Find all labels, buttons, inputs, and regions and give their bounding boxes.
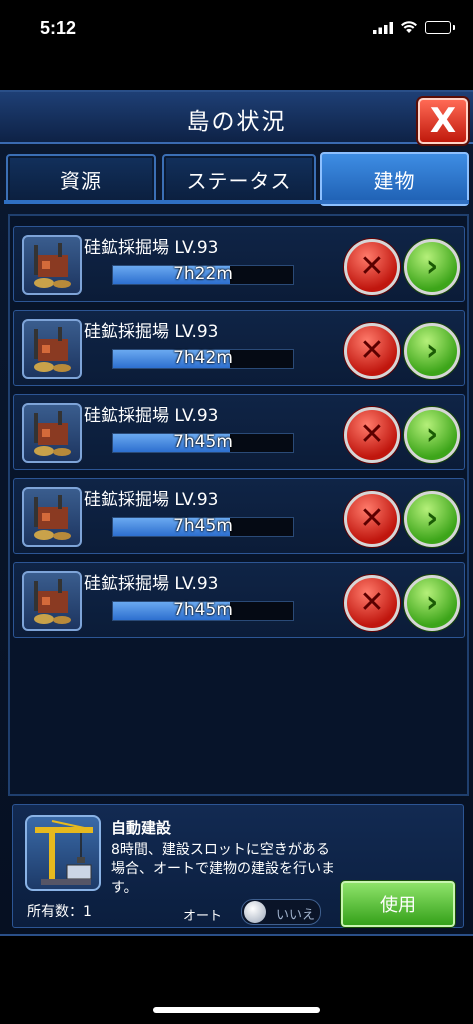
go-arrow-icon: › [425, 333, 439, 368]
speed-up-button[interactable]: › [404, 323, 460, 379]
window-title: 島の状況 [186, 109, 287, 135]
build-progress-bar: 7h45m [112, 432, 294, 453]
tab-status[interactable]: ステータス [162, 154, 316, 204]
cancel-x-icon: ✕ [359, 249, 385, 284]
speed-up-button[interactable]: › [404, 407, 460, 463]
build-timer: 7h45m [173, 600, 233, 620]
cancel-build-button[interactable]: ✕ [344, 575, 400, 631]
building-row: 硅鉱採掘場 LV.93 7h45m ✕ › [13, 478, 465, 554]
cancel-build-button[interactable]: ✕ [344, 239, 400, 295]
mine-building-icon [22, 319, 82, 379]
speed-up-button[interactable]: › [404, 491, 460, 547]
toggle-knob [244, 901, 266, 923]
tab-label: 建物 [373, 168, 416, 193]
cancel-x-icon: ✕ [359, 417, 385, 452]
tab-label: ステータス [186, 168, 292, 193]
mine-building-icon [22, 235, 82, 295]
auto-label: オート [183, 909, 223, 924]
build-progress-bar: 7h45m [112, 600, 294, 621]
build-progress-bar: 7h22m [112, 264, 294, 285]
build-timer: 7h45m [173, 432, 233, 452]
speed-up-button[interactable]: › [404, 239, 460, 295]
mine-building-icon [22, 487, 82, 547]
mine-building-icon [22, 571, 82, 631]
tab-underline [4, 200, 469, 204]
go-arrow-icon: › [425, 585, 439, 620]
building-name: 硅鉱採掘場 LV.93 [84, 322, 219, 342]
building-name: 硅鉱採掘場 LV.93 [84, 574, 219, 594]
auto-build-description: 8時間、建設スロットに空きがある場合、オートで建物の建設を行います。 [111, 842, 335, 896]
building-name: 硅鉱採掘場 LV.93 [84, 490, 219, 510]
building-list: 硅鉱採掘場 LV.93 7h22m ✕ › 硅鉱採掘場 LV.93 7h42m [8, 214, 469, 796]
tab-label: 資源 [60, 168, 102, 193]
go-arrow-icon: › [425, 417, 439, 452]
battery-icon [425, 21, 455, 34]
auto-build-panel: 所有数：1 自動建設 8時間、建設スロットに空きがある場合、オートで建物の建設を… [12, 804, 464, 928]
building-row: 硅鉱採掘場 LV.93 7h45m ✕ › [13, 562, 465, 638]
go-arrow-icon: › [425, 501, 439, 536]
cancel-x-icon: ✕ [359, 333, 385, 368]
use-button[interactable]: 使用 [341, 881, 455, 927]
crane-icon [25, 815, 101, 891]
cancel-build-button[interactable]: ✕ [344, 491, 400, 547]
close-icon: X [429, 101, 457, 141]
title-bar: 島の状況 X [0, 92, 473, 144]
building-row: 硅鉱採掘場 LV.93 7h22m ✕ › [13, 226, 465, 302]
cancel-x-icon: ✕ [359, 501, 385, 536]
home-indicator [153, 1007, 320, 1013]
build-progress-bar: 7h42m [112, 348, 294, 369]
island-status-window: 島の状況 X 資源 ステータス 建物 硅鉱採掘場 LV.93 7h22m ✕ ›… [0, 90, 473, 936]
cancel-build-button[interactable]: ✕ [344, 407, 400, 463]
building-name: 硅鉱採掘場 LV.93 [84, 406, 219, 426]
build-timer: 7h22m [173, 264, 233, 284]
build-timer: 7h45m [173, 516, 233, 536]
status-bar: 5:12 [0, 0, 473, 58]
mine-building-icon [22, 403, 82, 463]
toggle-state-label: いいえ [276, 908, 316, 923]
cancel-build-button[interactable]: ✕ [344, 323, 400, 379]
use-button-label: 使用 [380, 895, 416, 916]
building-name: 硅鉱採掘場 LV.93 [84, 238, 219, 258]
clock: 5:12 [40, 18, 77, 38]
tab-buildings[interactable]: 建物 [320, 152, 469, 206]
auto-build-title: 自動建設 [111, 819, 172, 837]
build-timer: 7h42m [173, 348, 233, 368]
tab-resources[interactable]: 資源 [6, 154, 156, 204]
speed-up-button[interactable]: › [404, 575, 460, 631]
auto-toggle[interactable]: いいえ [241, 899, 321, 925]
building-row: 硅鉱採掘場 LV.93 7h45m ✕ › [13, 394, 465, 470]
owned-count: 所有数：1 [27, 904, 92, 920]
cancel-x-icon: ✕ [359, 585, 385, 620]
build-progress-bar: 7h45m [112, 516, 294, 537]
close-button[interactable]: X [418, 98, 468, 144]
cellular-signal-icon [373, 22, 393, 34]
wifi-icon [401, 21, 417, 33]
go-arrow-icon: › [425, 249, 439, 284]
building-row: 硅鉱採掘場 LV.93 7h42m ✕ › [13, 310, 465, 386]
